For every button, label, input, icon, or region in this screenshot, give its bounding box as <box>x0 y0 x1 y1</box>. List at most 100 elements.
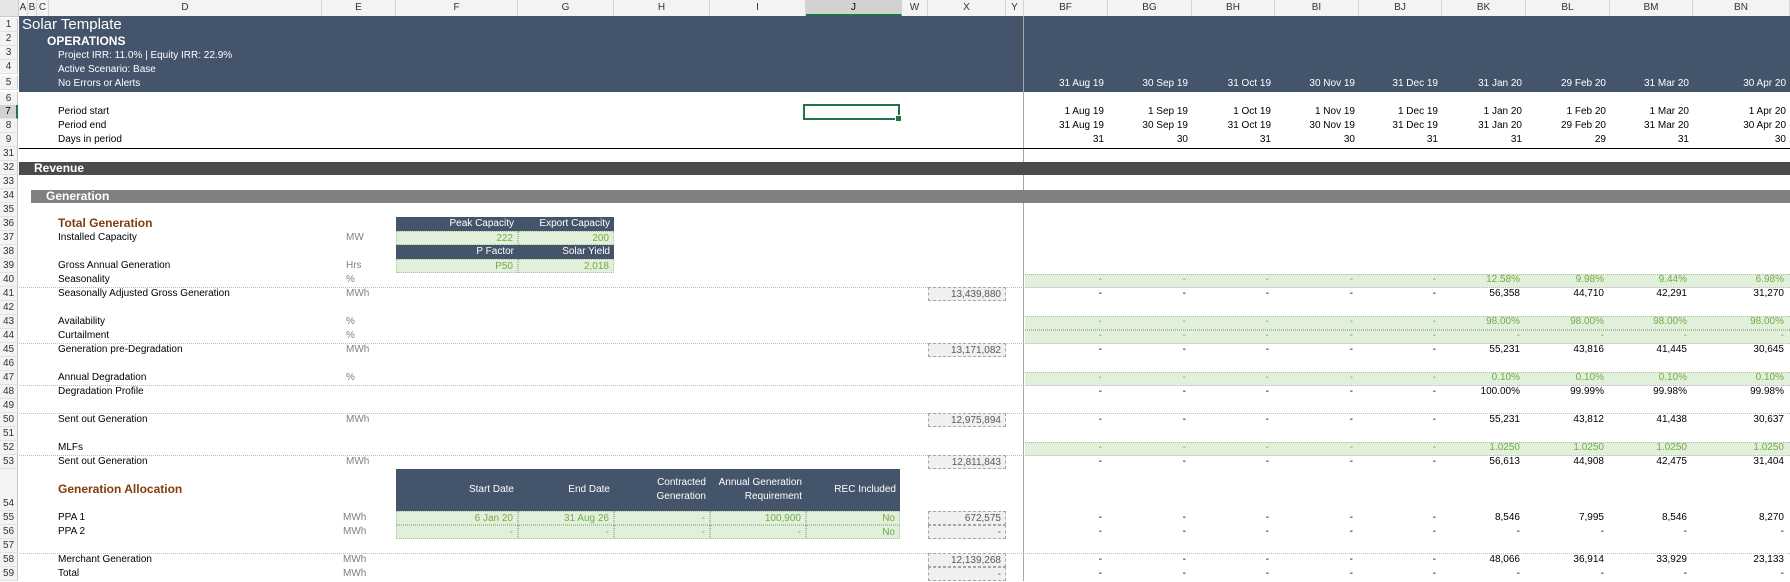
row-header[interactable]: 53 <box>0 455 18 469</box>
select-all-corner[interactable] <box>0 0 19 16</box>
row-header[interactable]: 46 <box>0 357 18 371</box>
availability-value[interactable]: - <box>1192 315 1269 329</box>
row-header[interactable]: 9 <box>0 133 18 147</box>
col-header-bl[interactable]: BL <box>1526 0 1610 16</box>
col-header-a[interactable]: A <box>19 0 28 16</box>
annual-deg-value[interactable]: 0.10% <box>1693 371 1784 385</box>
availability-value[interactable]: 98.00% <box>1442 315 1520 329</box>
row-header[interactable]: 43 <box>0 315 18 329</box>
ppa1-annual-requirement[interactable]: 100,900 <box>710 511 806 525</box>
row-header[interactable]: 8 <box>0 119 18 133</box>
row-header[interactable]: 4 <box>0 60 18 74</box>
mlfs-value[interactable]: 1.0250 <box>1693 441 1784 455</box>
col-header-x[interactable]: X <box>928 0 1006 16</box>
row-header[interactable]: 37 <box>0 231 18 245</box>
seasonality-value[interactable]: - <box>1108 273 1186 287</box>
solar-yield-input[interactable]: 2,018 <box>518 259 614 273</box>
peak-capacity-input[interactable]: 222 <box>396 231 518 245</box>
curtailment-value[interactable]: - <box>1192 329 1269 343</box>
col-header-bn[interactable]: BN <box>1693 0 1790 16</box>
ppa2-rec-included[interactable]: No <box>806 525 900 539</box>
row-header[interactable]: 40 <box>0 273 18 287</box>
ppa2-contracted[interactable]: - <box>614 525 710 539</box>
row-header[interactable]: 5 <box>0 76 18 90</box>
availability-value[interactable]: - <box>1024 315 1102 329</box>
mlfs-value[interactable]: 1.0250 <box>1442 441 1520 455</box>
ppa1-start-date[interactable]: 6 Jan 20 <box>396 511 518 525</box>
row-header[interactable]: 35 <box>0 203 18 217</box>
mlfs-value[interactable]: - <box>1024 441 1102 455</box>
ppa1-rec-included[interactable]: No <box>806 511 900 525</box>
row-header[interactable]: 50 <box>0 413 18 427</box>
row-header[interactable]: 3 <box>0 46 18 60</box>
col-header-bi[interactable]: BI <box>1275 0 1359 16</box>
row-header[interactable]: 34 <box>0 189 18 203</box>
annual-deg-value[interactable]: 0.10% <box>1442 371 1520 385</box>
col-header-g[interactable]: G <box>518 0 614 16</box>
row-header[interactable]: 33 <box>0 175 18 189</box>
col-header-d[interactable]: D <box>49 0 322 16</box>
annual-deg-value[interactable]: 0.10% <box>1526 371 1604 385</box>
curtailment-value[interactable]: - <box>1024 329 1102 343</box>
row-header[interactable]: 44 <box>0 329 18 343</box>
availability-value[interactable]: - <box>1108 315 1186 329</box>
row-header[interactable]: 55 <box>0 511 18 525</box>
row-header[interactable]: 54 <box>0 469 18 511</box>
curtailment-value[interactable]: - <box>1275 329 1353 343</box>
mlfs-value[interactable]: - <box>1108 441 1186 455</box>
row-header[interactable]: 32 <box>0 161 18 175</box>
annual-deg-value[interactable]: - <box>1275 371 1353 385</box>
col-header-bh[interactable]: BH <box>1192 0 1275 16</box>
seasonality-value[interactable]: - <box>1024 273 1102 287</box>
row-header[interactable]: 38 <box>0 245 18 259</box>
row-header[interactable]: 48 <box>0 385 18 399</box>
mlfs-value[interactable]: - <box>1275 441 1353 455</box>
row-header[interactable]: 47 <box>0 371 18 385</box>
mlfs-value[interactable]: 1.0250 <box>1610 441 1687 455</box>
row-header[interactable]: 57 <box>0 539 18 553</box>
row-header[interactable]: 42 <box>0 301 18 315</box>
availability-value[interactable]: - <box>1359 315 1436 329</box>
col-header-b[interactable]: B <box>28 0 37 16</box>
active-cell-j7[interactable] <box>803 104 902 122</box>
seasonality-value[interactable]: - <box>1359 273 1436 287</box>
row-header[interactable]: 59 <box>0 567 18 581</box>
col-header-bf[interactable]: BF <box>1024 0 1108 16</box>
col-header-y[interactable]: Y <box>1006 0 1024 16</box>
ppa1-end-date[interactable]: 31 Aug 26 <box>518 511 614 525</box>
row-header[interactable]: 45 <box>0 343 18 357</box>
row-header[interactable]: 56 <box>0 525 18 539</box>
col-header-bm[interactable]: BM <box>1610 0 1693 16</box>
seasonality-value[interactable]: 12.58% <box>1442 273 1520 287</box>
row-header[interactable]: 7 <box>0 105 18 119</box>
curtailment-value[interactable]: - <box>1610 329 1687 343</box>
col-header-bg[interactable]: BG <box>1108 0 1192 16</box>
curtailment-value[interactable]: - <box>1442 329 1520 343</box>
curtailment-value[interactable]: - <box>1108 329 1186 343</box>
col-header-w[interactable]: W <box>902 0 928 16</box>
seasonality-value[interactable]: 6.98% <box>1693 273 1784 287</box>
ppa2-start-date[interactable]: - <box>396 525 518 539</box>
row-header[interactable]: 1 <box>0 18 18 32</box>
col-header-j[interactable]: J <box>806 0 902 16</box>
annual-deg-value[interactable]: - <box>1024 371 1102 385</box>
col-header-bj[interactable]: BJ <box>1359 0 1442 16</box>
annual-deg-value[interactable]: 0.10% <box>1610 371 1687 385</box>
seasonality-value[interactable]: - <box>1275 273 1353 287</box>
row-header[interactable]: 52 <box>0 441 18 455</box>
availability-value[interactable]: 98.00% <box>1526 315 1604 329</box>
row-header[interactable]: 49 <box>0 399 18 413</box>
mlfs-value[interactable]: - <box>1359 441 1436 455</box>
curtailment-value[interactable]: - <box>1693 329 1784 343</box>
seasonality-value[interactable]: 9.44% <box>1610 273 1687 287</box>
col-header-bk[interactable]: BK <box>1442 0 1526 16</box>
annual-deg-value[interactable]: - <box>1108 371 1186 385</box>
mlfs-value[interactable]: 1.0250 <box>1526 441 1604 455</box>
ppa2-annual-requirement[interactable]: - <box>710 525 806 539</box>
col-header-h[interactable]: H <box>614 0 710 16</box>
row-header[interactable]: 2 <box>0 32 18 46</box>
export-capacity-input[interactable]: 200 <box>518 231 614 245</box>
ppa1-contracted[interactable]: - <box>614 511 710 525</box>
col-header-f[interactable]: F <box>396 0 518 16</box>
availability-value[interactable]: 98.00% <box>1693 315 1784 329</box>
